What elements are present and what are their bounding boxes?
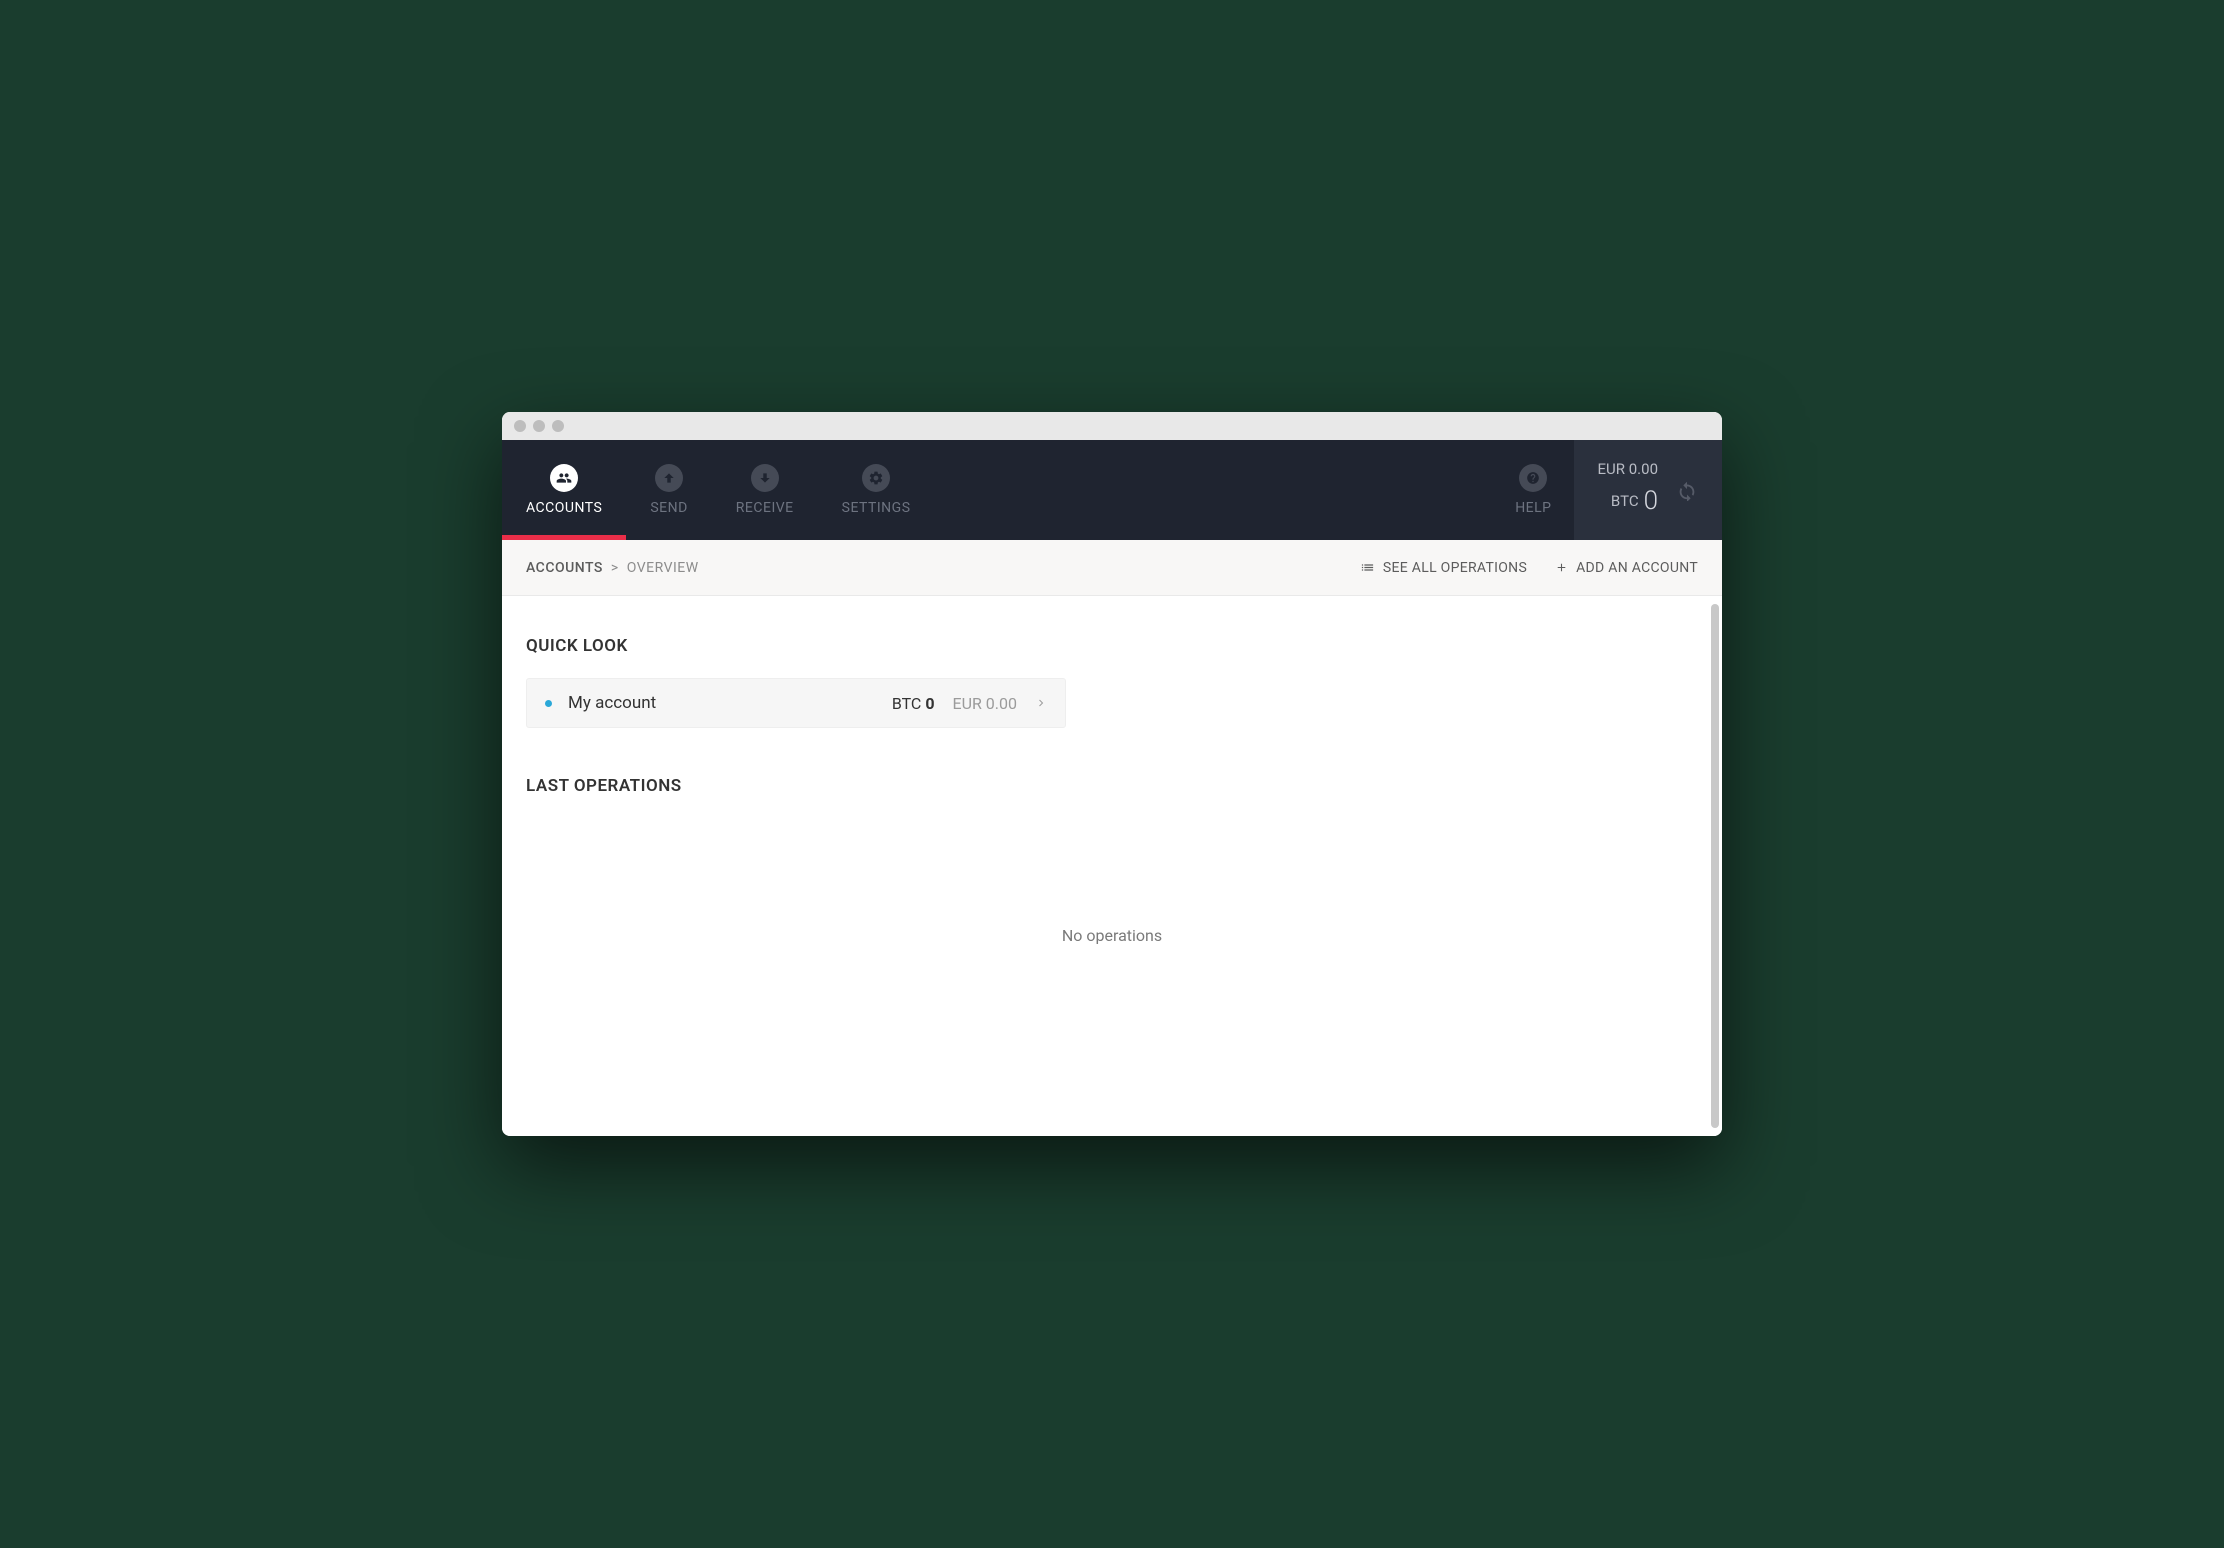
nav-accounts-label: ACCOUNTS bbox=[526, 500, 602, 516]
subheader: ACCOUNTS > OVERVIEW SEE ALL OPERATIONS A… bbox=[502, 540, 1722, 596]
account-btc-value: 0 bbox=[925, 694, 934, 713]
account-status-dot bbox=[545, 700, 552, 707]
chevron-right-icon bbox=[1035, 697, 1047, 709]
scrollbar-thumb[interactable] bbox=[1711, 604, 1719, 1128]
send-icon bbox=[655, 464, 683, 492]
account-card[interactable]: My account BTC 0 EUR 0.00 bbox=[526, 678, 1066, 728]
plus-icon bbox=[1555, 561, 1568, 574]
nav-receive[interactable]: RECEIVE bbox=[712, 440, 818, 540]
nav-settings-label: SETTINGS bbox=[842, 500, 911, 516]
balance-eur: EUR 0.00 bbox=[1598, 458, 1658, 481]
nav-help[interactable]: HELP bbox=[1493, 440, 1573, 540]
nav-accounts[interactable]: ACCOUNTS bbox=[502, 440, 626, 540]
account-btc-label: BTC bbox=[892, 694, 922, 713]
balance-btc: BTC 0 bbox=[1598, 481, 1658, 521]
window-close-dot[interactable] bbox=[514, 420, 526, 432]
nav-help-label: HELP bbox=[1515, 500, 1551, 516]
window-maximize-dot[interactable] bbox=[552, 420, 564, 432]
no-operations-message: No operations bbox=[526, 926, 1698, 945]
breadcrumb-separator: > bbox=[611, 560, 619, 576]
nav-send-label: SEND bbox=[650, 500, 687, 516]
account-name: My account bbox=[568, 693, 892, 713]
add-account-button[interactable]: ADD AN ACCOUNT bbox=[1555, 560, 1698, 576]
breadcrumb-current: OVERVIEW bbox=[627, 560, 699, 576]
refresh-icon[interactable] bbox=[1676, 479, 1698, 501]
quick-look-title: QUICK LOOK bbox=[526, 636, 1698, 656]
accounts-icon bbox=[550, 464, 578, 492]
balance-panel: EUR 0.00 BTC 0 bbox=[1574, 440, 1722, 540]
subheader-actions: SEE ALL OPERATIONS ADD AN ACCOUNT bbox=[1360, 560, 1698, 576]
scrollbar[interactable] bbox=[1711, 604, 1719, 1128]
help-icon bbox=[1519, 464, 1547, 492]
app-window: ACCOUNTS SEND RECEIVE SETTINGS bbox=[502, 412, 1722, 1136]
see-all-label: SEE ALL OPERATIONS bbox=[1383, 560, 1527, 576]
account-eur-label: EUR bbox=[953, 694, 982, 713]
balance-btc-label: BTC bbox=[1611, 490, 1639, 513]
last-operations-title: LAST OPERATIONS bbox=[526, 776, 1698, 796]
nav-settings[interactable]: SETTINGS bbox=[818, 440, 935, 540]
breadcrumb-root[interactable]: ACCOUNTS bbox=[526, 560, 603, 576]
main-nav: ACCOUNTS SEND RECEIVE SETTINGS bbox=[502, 440, 1493, 540]
balance-text: EUR 0.00 BTC 0 bbox=[1598, 458, 1658, 522]
receive-icon bbox=[751, 464, 779, 492]
account-btc: BTC 0 bbox=[892, 694, 935, 713]
balance-eur-label: EUR bbox=[1598, 460, 1626, 478]
settings-icon bbox=[862, 464, 890, 492]
content-wrap: QUICK LOOK My account BTC 0 EUR 0.00 LAS… bbox=[502, 596, 1722, 1136]
nav-send[interactable]: SEND bbox=[626, 440, 711, 540]
balance-btc-value: 0 bbox=[1644, 481, 1658, 521]
see-all-operations-button[interactable]: SEE ALL OPERATIONS bbox=[1360, 560, 1527, 576]
content: QUICK LOOK My account BTC 0 EUR 0.00 LAS… bbox=[502, 596, 1722, 1136]
window-titlebar bbox=[502, 412, 1722, 440]
window-minimize-dot[interactable] bbox=[533, 420, 545, 432]
balance-eur-value: 0.00 bbox=[1629, 460, 1658, 478]
account-eur: EUR 0.00 bbox=[953, 694, 1018, 713]
account-eur-value: 0.00 bbox=[986, 694, 1017, 713]
breadcrumb: ACCOUNTS > OVERVIEW bbox=[526, 560, 699, 576]
list-icon bbox=[1360, 560, 1375, 575]
nav-receive-label: RECEIVE bbox=[736, 500, 794, 516]
header: ACCOUNTS SEND RECEIVE SETTINGS bbox=[502, 440, 1722, 540]
add-account-label: ADD AN ACCOUNT bbox=[1576, 560, 1698, 576]
